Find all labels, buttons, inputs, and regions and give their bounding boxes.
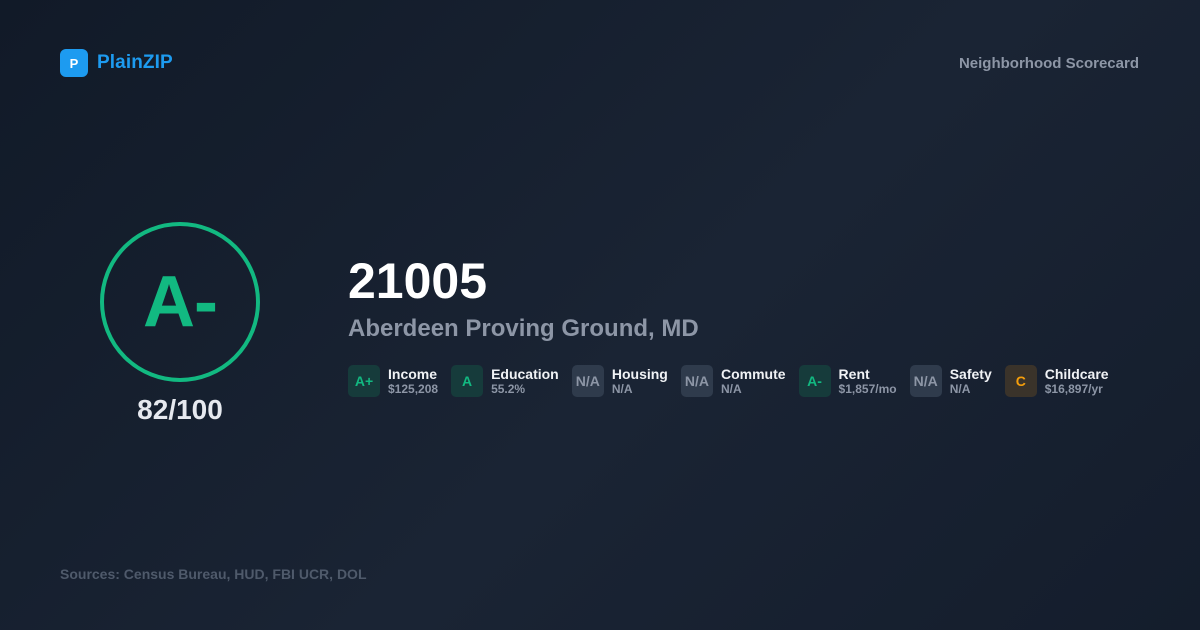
grade-score: 82/100 <box>137 394 223 425</box>
metric-label: Housing <box>611 365 668 382</box>
metric-value: N/A <box>611 381 633 396</box>
place-name: Aberdeen Proving Ground, MD <box>348 315 699 342</box>
brand[interactable]: P PlainZIP <box>60 49 173 77</box>
metric-value: 55.2% <box>491 381 526 396</box>
zip-code: 21005 <box>348 253 488 309</box>
grade-badge: A- <box>798 365 831 397</box>
metric-income: A+ Income $125,208 <box>348 365 438 397</box>
metric-value: $125,208 <box>388 381 439 396</box>
metric-label: Rent <box>838 365 870 382</box>
overall-grade: A- 82/100 <box>100 222 260 426</box>
header-title: Neighborhood Scorecard <box>958 54 1139 72</box>
metric-safety: N/A Safety N/A <box>909 365 992 397</box>
metric-label: Education <box>491 365 559 382</box>
metric-value: N/A <box>949 381 971 396</box>
location-details: 21005 Aberdeen Proving Ground, MD A+ Inc… <box>348 254 1122 397</box>
metric-value: $16,897/yr <box>1044 381 1103 396</box>
metric-label: Safety <box>949 365 992 382</box>
grade-badge: N/A <box>680 365 713 397</box>
metric-value: $1,857/mo <box>838 381 897 396</box>
brand-name: PlainZIP <box>97 52 173 73</box>
grade-letter: A- <box>143 262 218 342</box>
metric-commute: N/A Commute N/A <box>680 365 786 397</box>
sources-footer: Sources: Census Bureau, HUD, FBI UCR, DO… <box>60 566 367 582</box>
metric-education: A Education 55.2% <box>451 365 559 397</box>
grade-badge: A+ <box>348 365 380 397</box>
metric-label: Income <box>388 365 438 382</box>
metrics-list: A+ Income $125,208 A Education 55.2% N/A… <box>348 365 1122 397</box>
grade-badge: N/A <box>571 365 604 397</box>
metric-housing: N/A Housing N/A <box>571 365 668 397</box>
grade-badge: N/A <box>909 365 942 397</box>
grade-badge: A <box>451 365 484 397</box>
grade-badge: C <box>1004 365 1037 397</box>
metric-label: Childcare <box>1044 365 1109 382</box>
metric-label: Commute <box>720 365 786 382</box>
grade-ring: A- <box>100 222 260 382</box>
header: P PlainZIP Neighborhood Scorecard <box>60 48 1139 78</box>
metric-childcare: C Childcare $16,897/yr <box>1004 365 1109 397</box>
metric-value: N/A <box>720 381 742 396</box>
logo-icon: P <box>60 49 88 77</box>
metric-rent: A- Rent $1,857/mo <box>798 365 897 397</box>
